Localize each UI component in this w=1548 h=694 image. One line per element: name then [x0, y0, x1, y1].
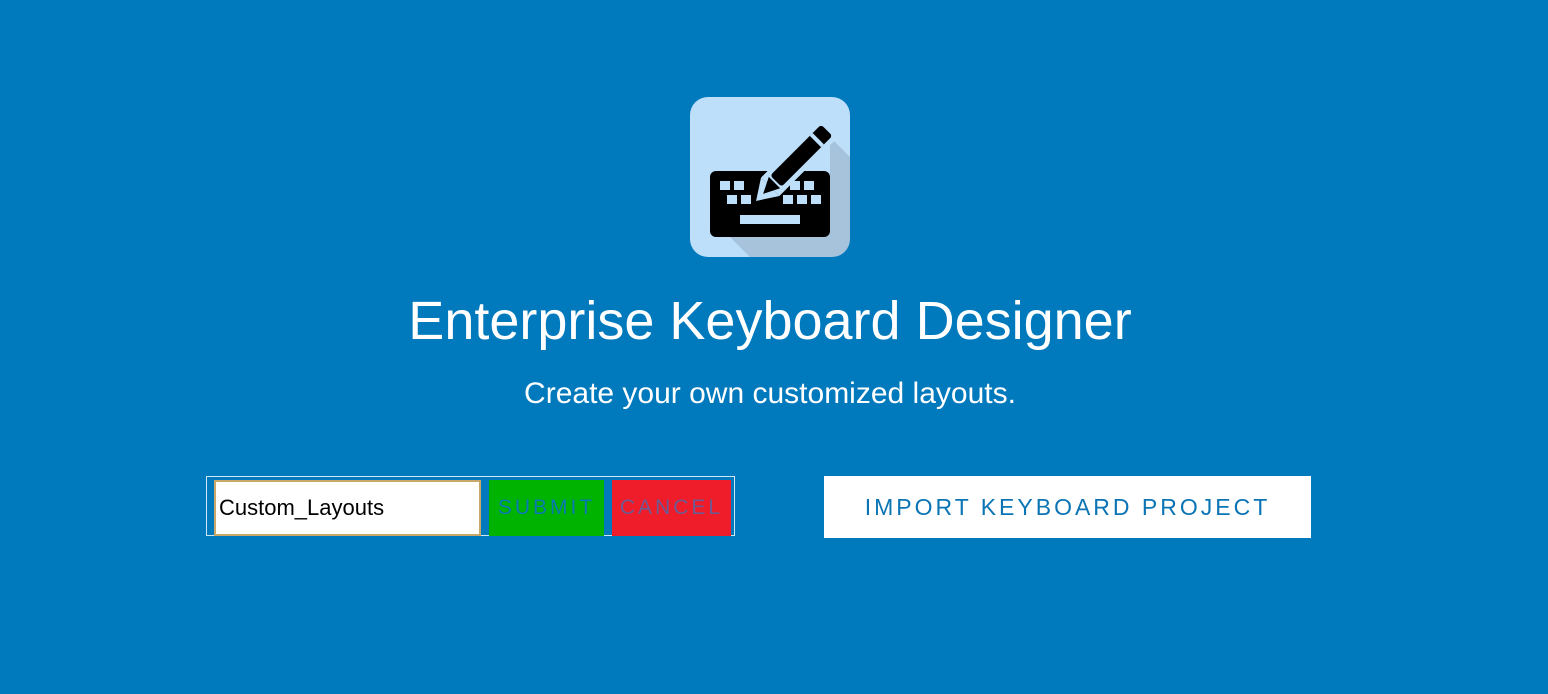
- project-name-input[interactable]: [214, 480, 481, 536]
- cancel-button[interactable]: CANCEL: [612, 480, 731, 536]
- page-subtitle: Create your own customized layouts.: [524, 377, 1016, 410]
- start-page: Enterprise Keyboard Designer Create your…: [0, 0, 1548, 694]
- keyboard-edit-icon: [690, 97, 850, 257]
- submit-button[interactable]: SUBMIT: [489, 480, 604, 536]
- import-keyboard-project-button[interactable]: IMPORT KEYBOARD PROJECT: [824, 476, 1311, 538]
- page-title: Enterprise Keyboard Designer: [408, 291, 1132, 351]
- new-project-form: SUBMIT CANCEL: [206, 476, 735, 536]
